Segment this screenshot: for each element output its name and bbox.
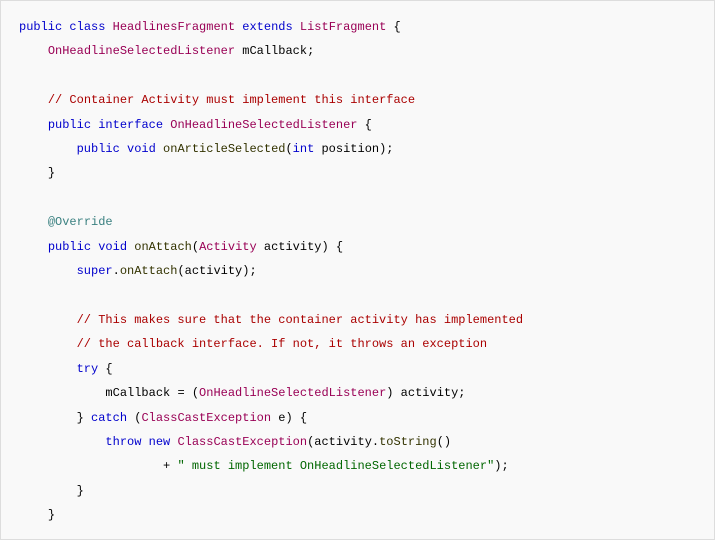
keyword-try: try (77, 362, 99, 376)
arg-activity: activity (314, 435, 372, 449)
field-mcallback: mCallback (235, 44, 307, 58)
keyword-public: public (77, 142, 120, 156)
keyword-extends: extends (242, 20, 292, 34)
keyword-super: super (77, 264, 113, 278)
keyword-void: void (98, 240, 127, 254)
op-plus: + (163, 459, 170, 473)
punct-dot: . (372, 435, 379, 449)
type-activity: Activity (199, 240, 257, 254)
method-call-onattach: onAttach (120, 264, 178, 278)
punct-paren-open: ( (437, 435, 444, 449)
code-content: public class HeadlinesFragment extends L… (19, 15, 696, 540)
param-e: e (271, 411, 285, 425)
param-activity: activity (257, 240, 322, 254)
keyword-public: public (19, 20, 62, 34)
type-list-fragment: ListFragment (300, 20, 386, 34)
punct-semi: ; (502, 459, 509, 473)
code-block: public class HeadlinesFragment extends L… (0, 0, 715, 540)
punct-dot: . (113, 264, 120, 278)
comment-container: // Container Activity must implement thi… (48, 93, 415, 107)
punct-brace-open: { (98, 362, 112, 376)
type-listener: OnHeadlineSelectedListener (170, 118, 357, 132)
punct-brace-close: } (77, 484, 84, 498)
type-classcastexception: ClassCastException (177, 435, 307, 449)
param-position: position (314, 142, 379, 156)
method-tostring: toString (379, 435, 437, 449)
type-headlines-fragment: HeadlinesFragment (113, 20, 235, 34)
type-listener: OnHeadlineSelectedListener (199, 386, 386, 400)
keyword-catch: catch (91, 411, 127, 425)
field-set: mCallback (105, 386, 177, 400)
keyword-new: new (149, 435, 171, 449)
punct-paren-close: ) (494, 459, 501, 473)
punct-semi: ; (307, 44, 314, 58)
punct-paren-close: ) (285, 411, 292, 425)
comment-impl-2: // the callback interface. If not, it th… (77, 337, 487, 351)
keyword-throw: throw (105, 435, 141, 449)
keyword-int: int (293, 142, 315, 156)
type-classcastexception: ClassCastException (141, 411, 271, 425)
string-mustimplement: " must implement OnHeadlineSelectedListe… (177, 459, 494, 473)
method-onarticleselected: onArticleSelected (156, 142, 286, 156)
type-listener: OnHeadlineSelectedListener (48, 44, 235, 58)
method-onattach: onAttach (127, 240, 192, 254)
cast-open: ( (185, 386, 199, 400)
punct-brace-open: { (386, 20, 400, 34)
comment-impl-1: // This makes sure that the container ac… (77, 313, 523, 327)
punct-paren-open: ( (177, 264, 184, 278)
arg-activity: activity (185, 264, 243, 278)
op-eq: = (177, 386, 184, 400)
keyword-public: public (48, 240, 91, 254)
punct-brace-open: { (329, 240, 343, 254)
annotation-override: @Override (48, 215, 113, 229)
punct-semi: ; (249, 264, 256, 278)
punct-brace-close: } (48, 508, 55, 522)
punct-brace-close: } (48, 166, 55, 180)
punct-brace-close: } (77, 411, 84, 425)
punct-paren-open: ( (285, 142, 292, 156)
punct-paren-close: ) (321, 240, 328, 254)
keyword-void: void (127, 142, 156, 156)
punct-paren-close: ) (444, 435, 451, 449)
punct-paren-open: ( (192, 240, 199, 254)
punct-brace-open: { (293, 411, 307, 425)
keyword-class: class (69, 20, 105, 34)
cast-arg: activity (393, 386, 458, 400)
keyword-public: public (48, 118, 91, 132)
keyword-interface: interface (98, 118, 163, 132)
punct-brace-open: { (357, 118, 371, 132)
punct-semi: ; (386, 142, 393, 156)
punct-semi: ; (458, 386, 465, 400)
